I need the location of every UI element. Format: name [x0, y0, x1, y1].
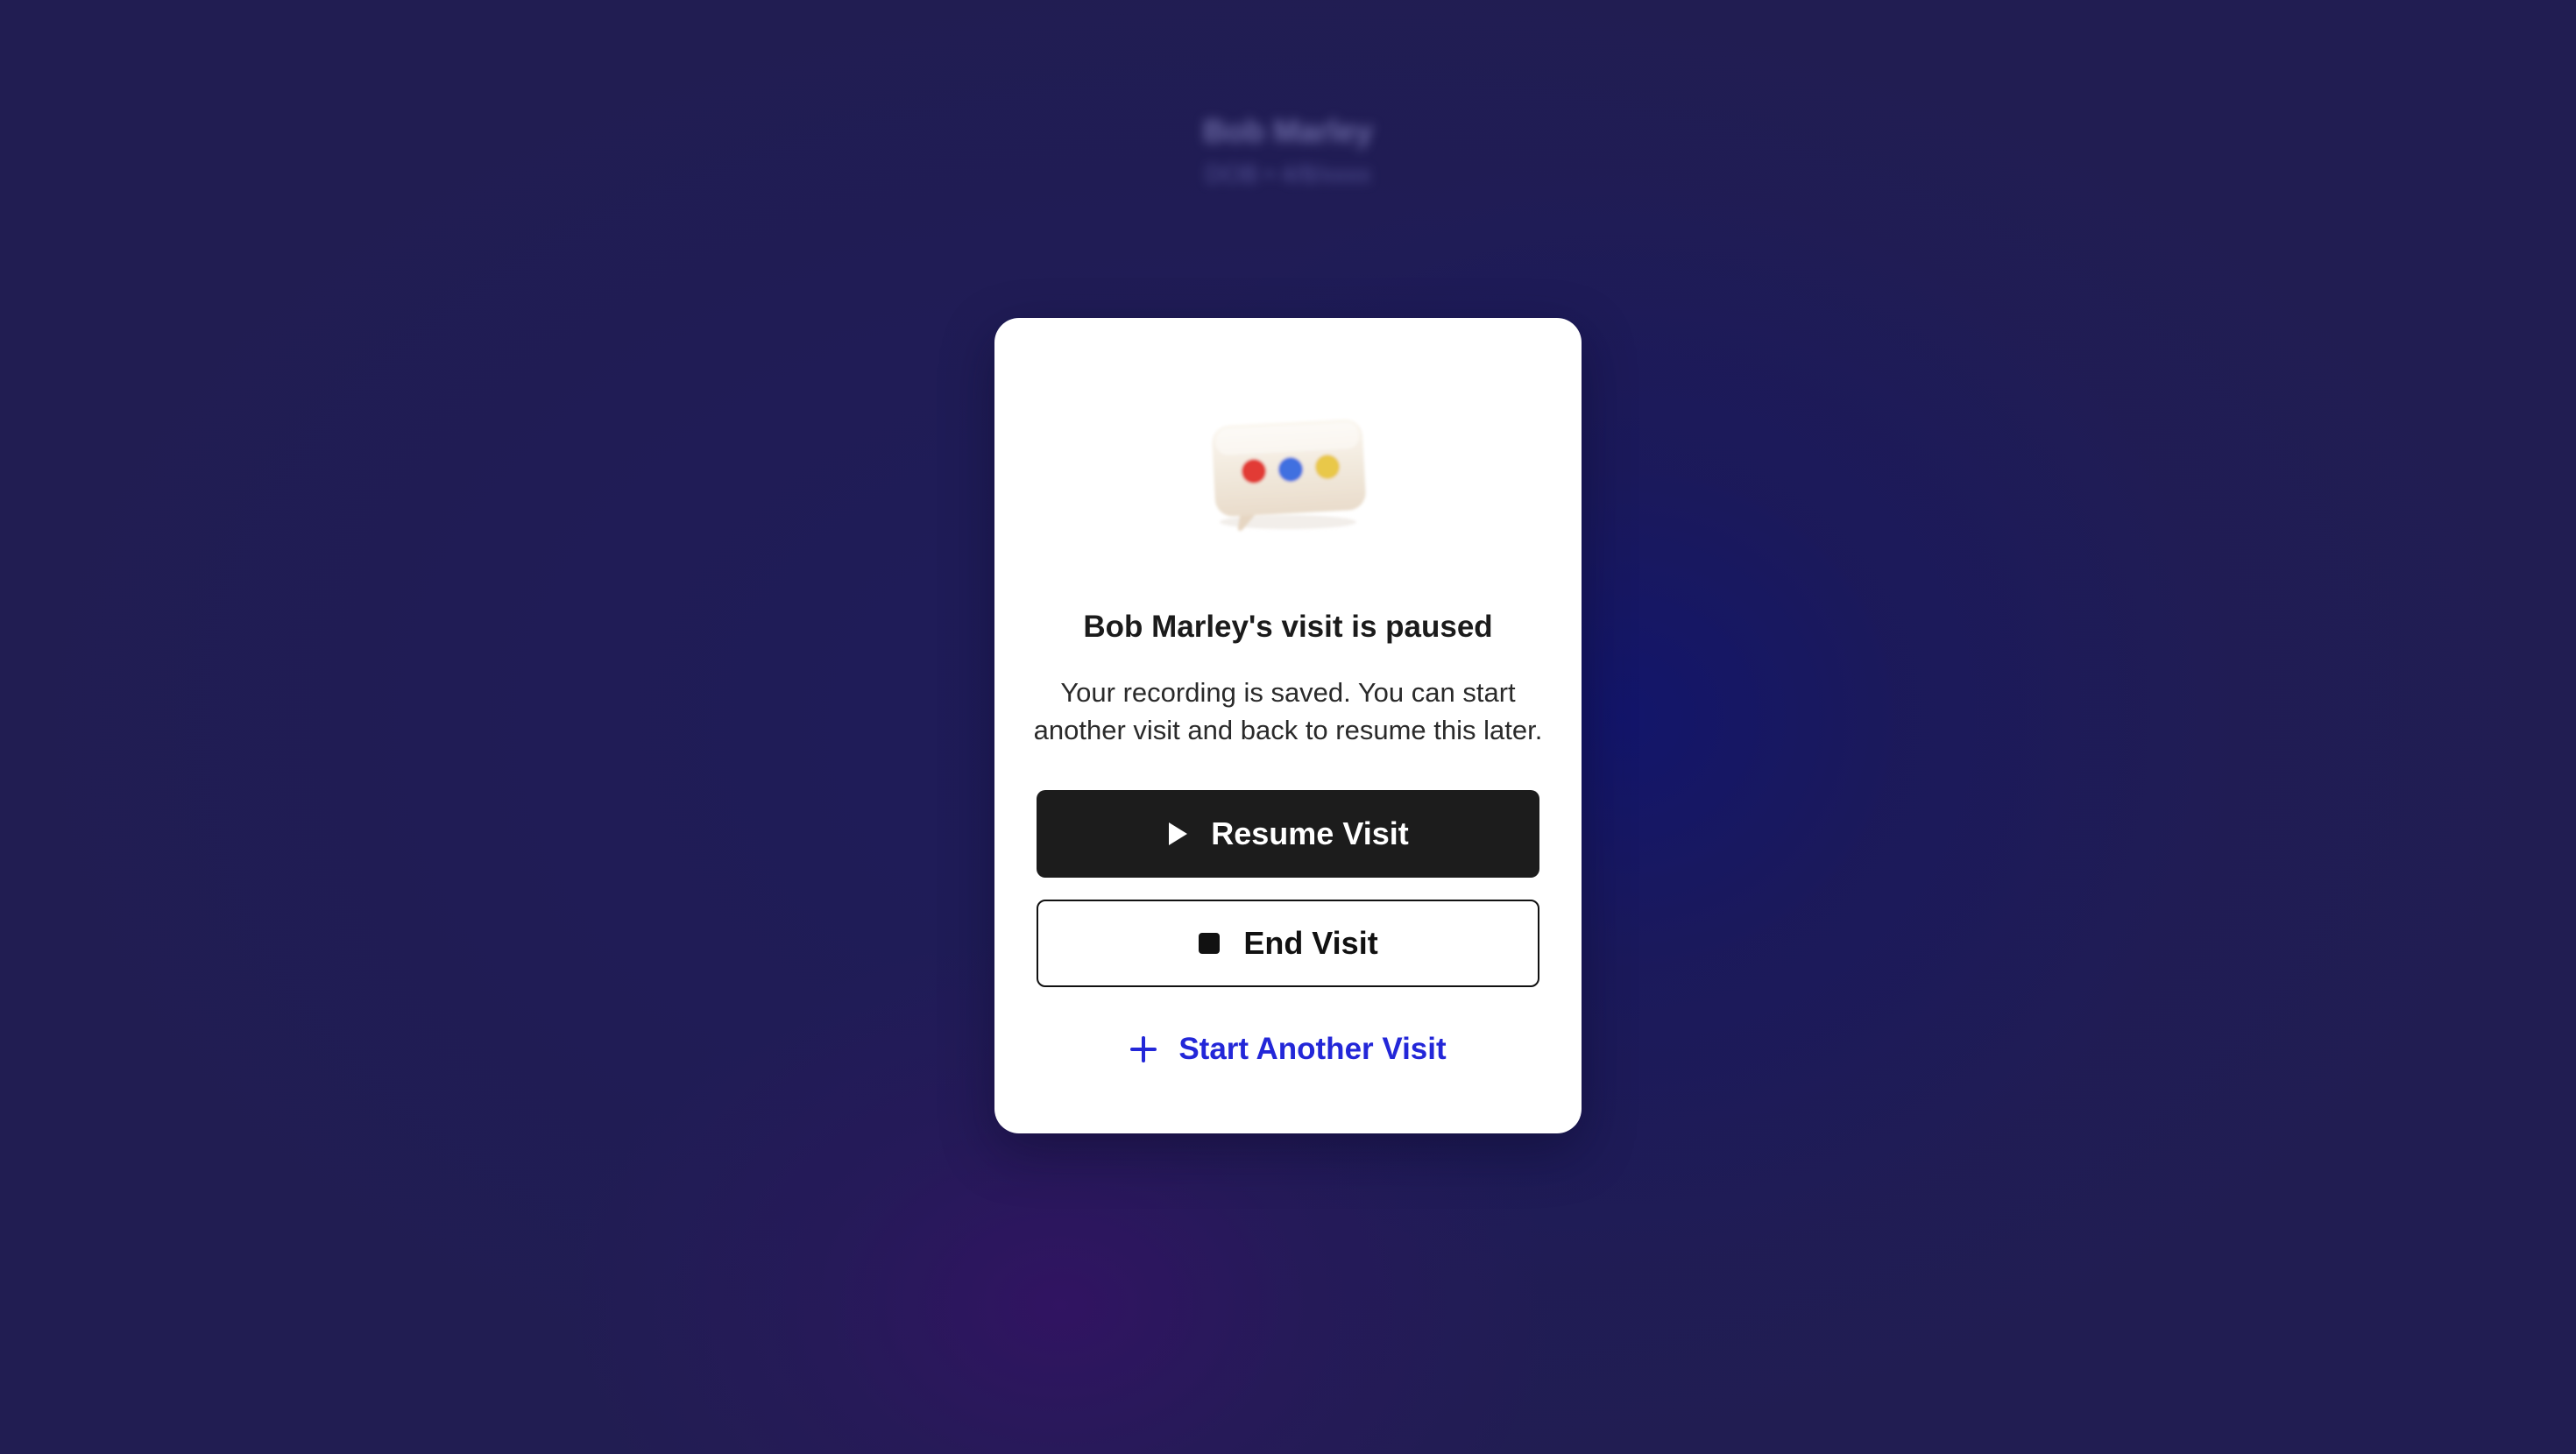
start-another-visit-link[interactable]: Start Another Visit — [994, 1027, 1582, 1071]
chat-bubble-dots-icon — [1205, 410, 1371, 541]
stop-icon — [1198, 932, 1221, 955]
end-visit-label: End Visit — [1243, 925, 1378, 961]
background-patient-subtitle: DOB • 4/8/xxxx — [1205, 160, 1371, 187]
visit-paused-modal: Bob Marley's visit is paused Your record… — [994, 318, 1582, 1133]
background-patient-name: Bob Marley — [1202, 113, 1374, 149]
modal-description: Your recording is saved. You can start a… — [1033, 677, 1543, 745]
resume-visit-button[interactable]: Resume Visit — [1037, 790, 1539, 878]
end-visit-button[interactable]: End Visit — [1037, 900, 1539, 987]
modal-title: Bob Marley's visit is paused — [1083, 610, 1493, 644]
plus-icon — [1129, 1035, 1157, 1063]
start-another-visit-label: Start Another Visit — [1178, 1032, 1447, 1066]
background-patient-header: Bob Marley DOB • 4/8/xxxx — [0, 112, 2576, 189]
play-icon — [1167, 822, 1188, 846]
resume-visit-label: Resume Visit — [1211, 815, 1409, 851]
